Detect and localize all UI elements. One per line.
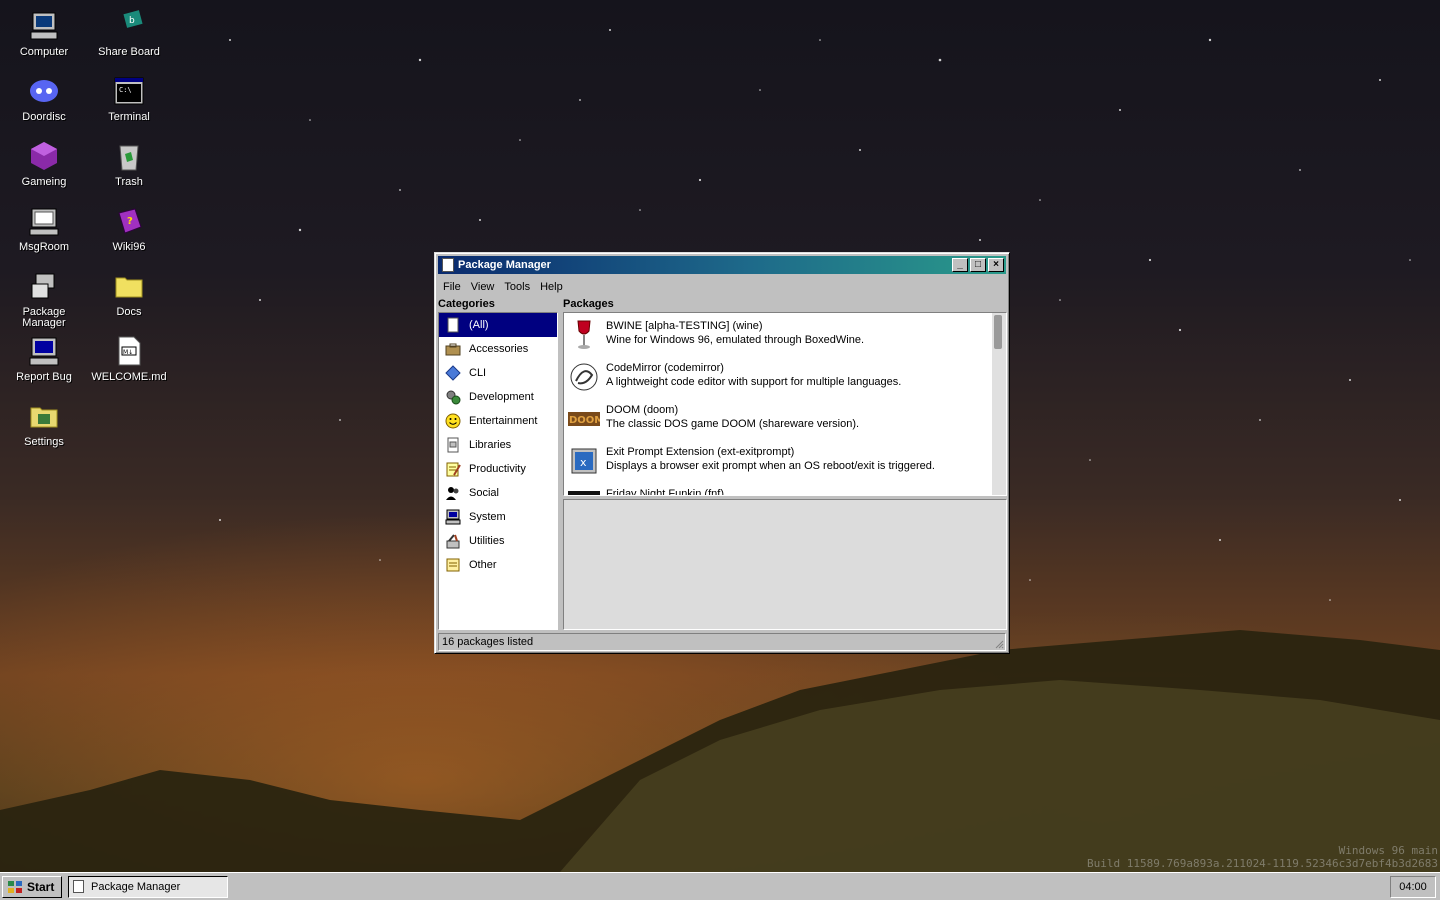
window-controls: _ □ ×: [950, 258, 1004, 272]
category-item-cli[interactable]: CLI: [439, 361, 557, 385]
report-bug-icon: [29, 337, 59, 366]
svg-text:?: ?: [127, 216, 133, 227]
maximize-button[interactable]: □: [970, 258, 986, 272]
scrollbar-thumb[interactable]: [994, 315, 1002, 349]
svg-text:b: b: [129, 16, 135, 26]
fnf-icon: [568, 491, 600, 495]
resize-grip-icon[interactable]: [994, 639, 1004, 649]
taskbar-item-package-manager[interactable]: Package Manager: [68, 876, 228, 898]
share-board-icon: b: [123, 10, 143, 28]
package-item-fnf[interactable]: Friday Night Funkin (fnf): [564, 481, 1006, 495]
category-item-accessories[interactable]: Accessories: [439, 337, 557, 361]
wiki-icon: ?: [118, 208, 142, 234]
category-list: (All) Accessories CLI Development Entert…: [438, 312, 558, 630]
markdown-file-icon: M↓: [118, 336, 141, 366]
desktop-icon-docs[interactable]: Docs: [89, 264, 169, 326]
category-item-utilities[interactable]: Utilities: [439, 529, 557, 553]
svg-text:DOOM: DOOM: [569, 415, 600, 426]
trash-icon: [119, 145, 139, 171]
doordisc-icon: [30, 80, 58, 102]
minimize-button[interactable]: _: [952, 258, 968, 272]
status-bar: 16 packages listed: [438, 633, 1006, 651]
desktop-icon-msgroom[interactable]: MsgRoom: [4, 199, 84, 261]
close-button[interactable]: ×: [988, 258, 1004, 272]
menu-file[interactable]: File: [438, 278, 466, 293]
package-list: BWINE [alpha-TESTING] (wine) Wine for Wi…: [563, 312, 1007, 496]
package-item-doom[interactable]: DOOM DOOM (doom) The classic DOS game DO…: [564, 397, 1006, 439]
folder-icon: [115, 277, 143, 298]
desktop-icon-doordisc[interactable]: Doordisc: [4, 69, 84, 131]
menu-help[interactable]: Help: [535, 278, 568, 293]
notepad-icon: [446, 462, 461, 477]
desktop-icon-package-manager[interactable]: Package Manager: [4, 264, 84, 329]
start-button[interactable]: Start: [2, 876, 62, 898]
package-item-wine[interactable]: BWINE [alpha-TESTING] (wine) Wine for Wi…: [564, 313, 1006, 355]
category-item-system[interactable]: System: [439, 505, 557, 529]
build-watermark: Windows 96 main Build 11589.769a893a.211…: [1087, 844, 1438, 870]
minimize-icon: _: [957, 259, 963, 270]
window-titlebar[interactable]: Package Manager _ □ ×: [438, 256, 1006, 274]
package-manager-window: Package Manager _ □ × File View Tools He…: [434, 252, 1010, 654]
start-logo-icon: [8, 881, 22, 893]
svg-text:x: x: [580, 456, 587, 469]
taskbar-app-icon: [73, 880, 84, 893]
svg-text:M↓: M↓: [123, 349, 133, 356]
category-item-libraries[interactable]: Libraries: [439, 433, 557, 457]
library-file-icon: [447, 437, 459, 453]
desktop-icon-report-bug[interactable]: Report Bug: [4, 329, 84, 391]
desktop-icon-gameing[interactable]: Gameing: [4, 134, 84, 196]
smiley-icon: [445, 413, 461, 429]
category-item-entertainment[interactable]: Entertainment: [439, 409, 557, 433]
briefcase-icon: [445, 343, 461, 356]
computer-icon: [30, 12, 58, 40]
close-icon: ×: [993, 259, 999, 270]
category-item-other[interactable]: Other: [439, 553, 557, 577]
desktop-icon-welcome-md[interactable]: M↓ WELCOME.md: [89, 329, 169, 391]
settings-icon: [30, 407, 58, 428]
category-item-all[interactable]: (All): [439, 313, 557, 337]
desktop-icons: Computer b Share Board Doordisc C:\ Term…: [0, 0, 180, 470]
category-item-productivity[interactable]: Productivity: [439, 457, 557, 481]
msgroom-icon: [29, 208, 59, 236]
people-icon: [446, 487, 459, 500]
development-gears-icon: [446, 390, 461, 405]
all-packages-icon: [447, 317, 459, 333]
category-item-development[interactable]: Development: [439, 385, 557, 409]
menubar: File View Tools Help: [438, 278, 568, 296]
maximize-icon: □: [974, 259, 982, 270]
desktop-icon-settings[interactable]: Settings: [4, 394, 84, 456]
package-item-codemirror[interactable]: CodeMirror (codemirror) A lightweight co…: [564, 355, 1006, 397]
package-list-scrollbar[interactable]: [992, 313, 1006, 495]
package-detail-pane: [563, 499, 1007, 630]
window-title: Package Manager: [458, 259, 551, 271]
taskbar: Start Package Manager 04:00: [0, 872, 1440, 900]
category-item-social[interactable]: Social: [439, 481, 557, 505]
diamond-icon: [445, 365, 461, 381]
categories-heading: Categories: [438, 298, 495, 310]
exit-prompt-icon: x: [571, 448, 597, 474]
desktop-icon-terminal[interactable]: C:\ Terminal: [89, 69, 169, 131]
taskbar-clock[interactable]: 04:00: [1390, 876, 1436, 898]
window-app-icon: [442, 258, 454, 272]
package-manager-icon: [31, 273, 55, 299]
desktop-icon-computer[interactable]: Computer: [4, 4, 84, 66]
tools-icon: [446, 534, 460, 549]
terminal-icon: C:\: [114, 77, 144, 105]
desktop-icon-share-board[interactable]: b Share Board: [89, 4, 169, 66]
doom-icon: DOOM: [568, 412, 600, 426]
desktop-icon-wiki96[interactable]: ? Wiki96: [89, 199, 169, 261]
status-text: 16 packages listed: [442, 636, 534, 648]
svg-text:C:\: C:\: [119, 86, 132, 94]
menu-view[interactable]: View: [466, 278, 500, 293]
packages-heading: Packages: [563, 298, 614, 310]
package-item-exitprompt[interactable]: x Exit Prompt Extension (ext-exitprompt)…: [564, 439, 1006, 481]
wine-glass-icon: [577, 320, 591, 349]
menu-tools[interactable]: Tools: [499, 278, 535, 293]
codemirror-icon: [570, 363, 598, 391]
gameing-icon: [31, 142, 57, 170]
other-folder-icon: [446, 558, 460, 572]
system-computer-icon: [445, 509, 461, 525]
desktop-icon-trash[interactable]: Trash: [89, 134, 169, 196]
